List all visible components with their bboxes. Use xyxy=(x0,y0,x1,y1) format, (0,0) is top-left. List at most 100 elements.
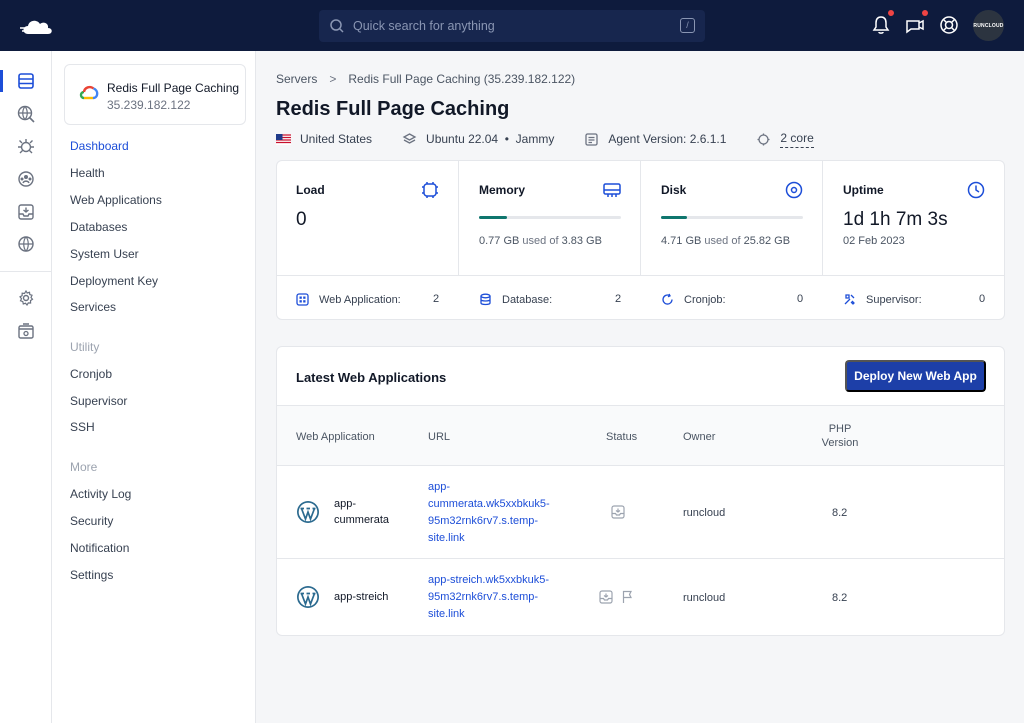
url-part: app- xyxy=(428,481,451,493)
memory-icon xyxy=(603,183,621,197)
announcement-dot xyxy=(922,10,928,16)
url-part: site.link xyxy=(428,608,465,620)
url-part: site.link xyxy=(428,532,465,544)
nav-item-settings[interactable]: Settings xyxy=(70,568,113,582)
url-part: cummerata.wk5xxbkuk5- xyxy=(428,498,550,510)
active-indicator xyxy=(0,70,3,92)
breadcrumb-servers[interactable]: Servers xyxy=(276,72,317,86)
disk-icon xyxy=(785,181,803,199)
settings-icon[interactable] xyxy=(16,288,36,308)
nav-item-supervisor[interactable]: Supervisor xyxy=(70,394,127,408)
search-box[interactable]: Quick search for anything / xyxy=(319,10,705,42)
nav-item-notification[interactable]: Notification xyxy=(70,541,129,555)
memory-label: Memory xyxy=(479,183,526,197)
supervisor-count-label[interactable]: Supervisor: xyxy=(843,293,922,306)
server-stats-card: Load 0 Memory 0.77 GB used of 3.83 GB Di… xyxy=(276,160,1005,320)
nav-item-health[interactable]: Health xyxy=(70,166,105,180)
disk-usage-text: 4.71 GB used of 25.82 GB xyxy=(661,235,790,247)
clock-icon xyxy=(967,181,985,199)
agent-version: Agent Version: 2.6.1.1 xyxy=(608,132,727,146)
nav-item-deployment-key[interactable]: Deployment Key xyxy=(70,274,158,288)
nav-item-security[interactable]: Security xyxy=(70,514,113,528)
col-owner: Owner xyxy=(683,431,716,443)
cronjob-count-label[interactable]: Cronjob: xyxy=(661,293,726,306)
status-deployed-icon xyxy=(599,590,613,604)
memory-total: 3.83 GB xyxy=(561,235,602,247)
app-name-part: cummerata xyxy=(334,514,390,526)
servers-icon[interactable] xyxy=(16,71,36,91)
server-country: United States xyxy=(300,132,373,146)
nav-item-activity-log[interactable]: Activity Log xyxy=(70,487,131,501)
nav-item-dashboard[interactable]: Dashboard xyxy=(70,139,129,153)
bell-icon[interactable] xyxy=(870,14,892,36)
breadcrumb: Servers > Redis Full Page Caching (35.239.… xyxy=(276,72,575,86)
search-icon xyxy=(330,19,344,33)
archive-icon[interactable] xyxy=(16,321,36,341)
cronjob-count-text: Cronjob: xyxy=(684,293,726,306)
web-app-icon xyxy=(296,293,309,306)
deploy-new-web-app-button[interactable]: Deploy New Web App xyxy=(845,360,986,392)
disk-label: Disk xyxy=(661,183,687,197)
cpu-icon xyxy=(422,182,438,198)
load-label: Load xyxy=(296,183,325,197)
nav-item-system-user[interactable]: System User xyxy=(70,247,139,261)
nav-section-more: More xyxy=(70,460,98,474)
database-count: 2 xyxy=(615,293,622,305)
runcloud-logo-icon[interactable] xyxy=(20,14,56,38)
database-count-label[interactable]: Database: xyxy=(479,293,552,306)
server-card[interactable]: Redis Full Page Caching 35.239.182.122 xyxy=(64,64,246,125)
rail-divider xyxy=(0,271,52,272)
nav-item-ssh[interactable]: SSH xyxy=(70,420,95,434)
stats-divider-horizontal xyxy=(277,275,1004,276)
team-icon[interactable] xyxy=(16,169,36,189)
uptime-value: 1d 1h 7m 3s xyxy=(843,209,948,230)
col-web-application: Web Application xyxy=(296,431,375,443)
inbox-icon[interactable] xyxy=(16,202,36,222)
nav-item-services[interactable]: Services xyxy=(70,300,116,314)
app-name-part: app- xyxy=(334,498,357,510)
stats-divider xyxy=(640,161,641,275)
nav-item-databases[interactable]: Databases xyxy=(70,220,127,234)
nav-item-cronjob[interactable]: Cronjob xyxy=(70,367,112,381)
app-name[interactable]: app-cummerata xyxy=(334,496,389,528)
server-os: Ubuntu 22.04 xyxy=(426,132,499,146)
breadcrumb-current: Redis Full Page Caching (35.239.182.122) xyxy=(348,72,576,86)
announcement-icon[interactable] xyxy=(904,14,926,36)
memory-usage-bar xyxy=(479,216,621,219)
search-placeholder: Quick search for anything xyxy=(353,19,495,33)
app-url[interactable]: app-streich.wk5xxbkuk5- 95m32rnk6rv7.s.te… xyxy=(428,572,568,623)
os-separator: • xyxy=(504,132,509,146)
disk-used-of: used of xyxy=(704,235,741,247)
memory-used: 0.77 GB xyxy=(479,235,520,247)
avatar[interactable]: RUNCLOUD xyxy=(973,10,1004,41)
app-php-version: 8.2 xyxy=(832,507,848,519)
col-php-text: PHP xyxy=(828,423,852,435)
icon-rail xyxy=(0,51,52,723)
refresh-icon xyxy=(662,293,673,305)
cpu-cores[interactable]: 2 core xyxy=(780,131,814,148)
database-count-text: Database: xyxy=(502,293,553,306)
google-cloud-icon xyxy=(79,85,99,100)
server-ip: 35.239.182.122 xyxy=(107,98,191,112)
status-deployed-icon xyxy=(611,505,625,519)
support-icon[interactable] xyxy=(938,14,960,36)
app-url[interactable]: app-cummerata.wk5xxbkuk5- 95m32rnk6rv7.s.… xyxy=(428,479,568,547)
col-php-version: PHP Version xyxy=(820,422,860,450)
app-name[interactable]: app-streich xyxy=(334,589,388,605)
row-divider xyxy=(277,558,1004,559)
web-app-count-label[interactable]: Web Application: xyxy=(296,293,401,306)
server-nav: Redis Full Page Caching 35.239.182.122 D… xyxy=(52,51,256,723)
shortcut-key-badge: / xyxy=(680,18,695,33)
url-part: 95m32rnk6rv7.s.temp- xyxy=(428,515,539,527)
bug-icon[interactable] xyxy=(16,136,36,156)
tools-icon xyxy=(844,294,855,305)
disk-used: 4.71 GB xyxy=(661,235,702,247)
web-app-count-text: Web Application: xyxy=(319,293,401,306)
supervisor-count-text: Supervisor: xyxy=(866,293,922,306)
table-header: Web Application URL Status Owner PHP Vers… xyxy=(277,406,1004,465)
app-owner: runcloud xyxy=(683,507,726,519)
web-globe-icon[interactable] xyxy=(16,104,36,124)
nav-item-web-applications[interactable]: Web Applications xyxy=(70,193,162,207)
flag-icon xyxy=(622,590,632,603)
globe-icon[interactable] xyxy=(16,234,36,254)
